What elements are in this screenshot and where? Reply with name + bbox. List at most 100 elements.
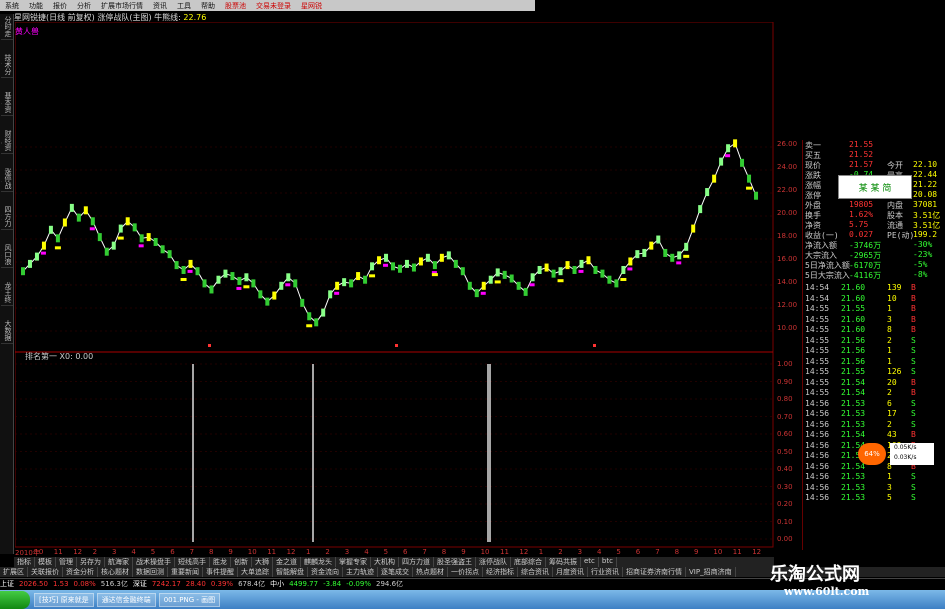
left-tab[interactable]: 基本资料 [1, 90, 13, 116]
extension-tab[interactable]: 一价拐点 [448, 567, 483, 577]
taskbar-window[interactable]: 通达信金融终端 [96, 592, 156, 607]
index-name[interactable]: 深证 [133, 579, 147, 589]
menu-item[interactable]: 扩展市场行情 [96, 1, 148, 11]
indicator-tab[interactable]: 短线高手 [175, 557, 210, 567]
indicator-tab[interactable]: 模板 [35, 557, 56, 567]
tick-side: S [911, 472, 916, 481]
date-tick: 2 [558, 548, 563, 556]
strategy-name: 涨停战队(主图) [97, 13, 152, 22]
indicator-tab[interactable]: 金之道 [273, 557, 301, 567]
date-tick: 9 [461, 548, 466, 556]
extension-tab[interactable]: 主力轨迹 [343, 567, 378, 577]
left-tab[interactable]: 龙王终结 [1, 280, 13, 306]
indicator-tab[interactable]: 筹码共振 [546, 557, 581, 567]
extension-tab[interactable]: 招商证券济南行情 [623, 567, 686, 577]
extension-tab[interactable]: 扩展区 [0, 567, 28, 577]
candle [558, 267, 563, 276]
quote-row: 5日大宗流入 -4116万 -8% [803, 270, 945, 280]
tick-price: 21.55 [841, 367, 866, 376]
indicator-tab[interactable]: 掌握专家 [336, 557, 371, 567]
indicator-tab[interactable]: 涨停战队 [476, 557, 511, 567]
index-name[interactable]: 中小 [270, 579, 284, 589]
indicator-tab[interactable]: 胜龙 [210, 557, 231, 567]
indicator-tab[interactable]: etc [581, 557, 599, 567]
extension-tab[interactable]: 重要新闻 [168, 567, 203, 577]
extension-tab[interactable]: 热点题材 [413, 567, 448, 577]
taskbar-window[interactable]: [技巧] 原来就是 [34, 592, 94, 607]
menu-item[interactable]: 系统 [0, 1, 24, 11]
menu-stock-pool[interactable]: 股票池 [220, 1, 251, 11]
menu-item[interactable]: 报价 [48, 1, 72, 11]
tick-time: 14:55 [805, 367, 830, 376]
date-tick: 12 [519, 548, 529, 556]
candle [349, 279, 354, 288]
menu-item[interactable]: 资讯 [148, 1, 172, 11]
extension-tab[interactable]: 行业资讯 [588, 567, 623, 577]
tick-side: B [911, 314, 916, 324]
candle [90, 217, 95, 226]
indicator-tab[interactable]: 指标 [14, 557, 35, 567]
signal-mark [180, 277, 187, 281]
left-tab[interactable]: 大数据 [1, 318, 13, 344]
left-tab[interactable]: 四方力量 [1, 204, 13, 230]
date-tick: 5 [383, 548, 389, 556]
extension-tab[interactable]: 智能解盘 [273, 567, 308, 577]
left-tab-bar: 分时走势技术分析基本资料财经资讯涨停战队四方力量风口浪尖龙王终结大数据 [0, 14, 14, 554]
indicator-tab[interactable]: 大狮 [252, 557, 273, 567]
candle [600, 269, 605, 278]
stock-title: 星网锐捷(日线 前复权) [14, 13, 95, 22]
kline-chart[interactable]: 排名第一 X0: 0.00 [15, 22, 775, 548]
menu-item[interactable]: 工具 [172, 1, 196, 11]
menu-right-item[interactable]: 交易未登录 [251, 1, 296, 11]
tick-row: 14:56 21.53 17 S [803, 409, 945, 419]
index-change: -3.84 [323, 580, 342, 588]
indicator-tab[interactable]: btc [599, 557, 617, 567]
extension-tab[interactable]: 经济指标 [483, 567, 518, 577]
left-tab[interactable]: 财经资讯 [1, 128, 13, 154]
indicator-tick: 0.80 [777, 395, 793, 403]
extension-tab[interactable]: 核心题材 [98, 567, 133, 577]
left-tab[interactable]: 分时走势 [1, 14, 13, 40]
candle [321, 308, 326, 317]
candle [279, 281, 284, 290]
extension-tab[interactable]: 数据回测 [133, 567, 168, 577]
date-tick: 2 [325, 548, 330, 556]
quote-row: 换手 1.62% 股本 3.51亿 [803, 210, 945, 220]
candle [572, 265, 577, 274]
left-tab[interactable]: 涨停战队 [1, 166, 13, 192]
extension-tab[interactable]: 大单追踪 [238, 567, 273, 577]
menu-item[interactable]: 帮助 [196, 1, 220, 11]
tick-price: 21.53 [841, 472, 866, 481]
indicator-tab[interactable]: 管理 [56, 557, 77, 567]
indicator-tab[interactable]: 股圣强盗王 [434, 557, 476, 567]
tick-price: 21.53 [841, 409, 866, 418]
start-button[interactable] [0, 590, 30, 609]
tick-volume: 2 [887, 419, 892, 429]
menu-item[interactable]: 功能 [24, 1, 48, 11]
indicator-tab[interactable]: 战术操盘手 [133, 557, 175, 567]
menu-item[interactable]: 分析 [72, 1, 96, 11]
indicator-tab[interactable]: 航海家 [105, 557, 133, 567]
indicator-tab[interactable]: 底部综合 [511, 557, 546, 567]
tick-time: 14:55 [805, 304, 830, 313]
left-tab[interactable]: 风口浪尖 [1, 242, 13, 268]
date-tick: 12 [752, 548, 762, 556]
indicator-tab[interactable]: 四方力道 [399, 557, 434, 567]
extension-tab[interactable]: 月度资讯 [553, 567, 588, 577]
extension-tab[interactable]: VIP_招商济南 [686, 567, 736, 577]
left-tab[interactable]: 技术分析 [1, 52, 13, 78]
extension-tab[interactable]: 事件提醒 [203, 567, 238, 577]
index-name[interactable]: 上证 [0, 579, 14, 589]
indicator-tab[interactable]: 麒麟龙头 [301, 557, 336, 567]
extension-tab[interactable]: 关联报价 [28, 567, 63, 577]
menu-right-item[interactable]: 星网锐 [296, 1, 327, 11]
taskbar-window[interactable]: 001.PNG - 画图 [158, 592, 221, 607]
extension-tab[interactable]: 资金分析 [63, 567, 98, 577]
indicator-tab[interactable]: 大机构 [371, 557, 399, 567]
extension-tab[interactable]: 逐笔成交 [378, 567, 413, 577]
indicator-tick: 0.20 [777, 500, 793, 508]
extension-tab[interactable]: 资金流向 [308, 567, 343, 577]
indicator-tab[interactable]: 创新 [231, 557, 252, 567]
extension-tab[interactable]: 综合资讯 [518, 567, 553, 577]
indicator-tab[interactable]: 另存为 [77, 557, 105, 567]
